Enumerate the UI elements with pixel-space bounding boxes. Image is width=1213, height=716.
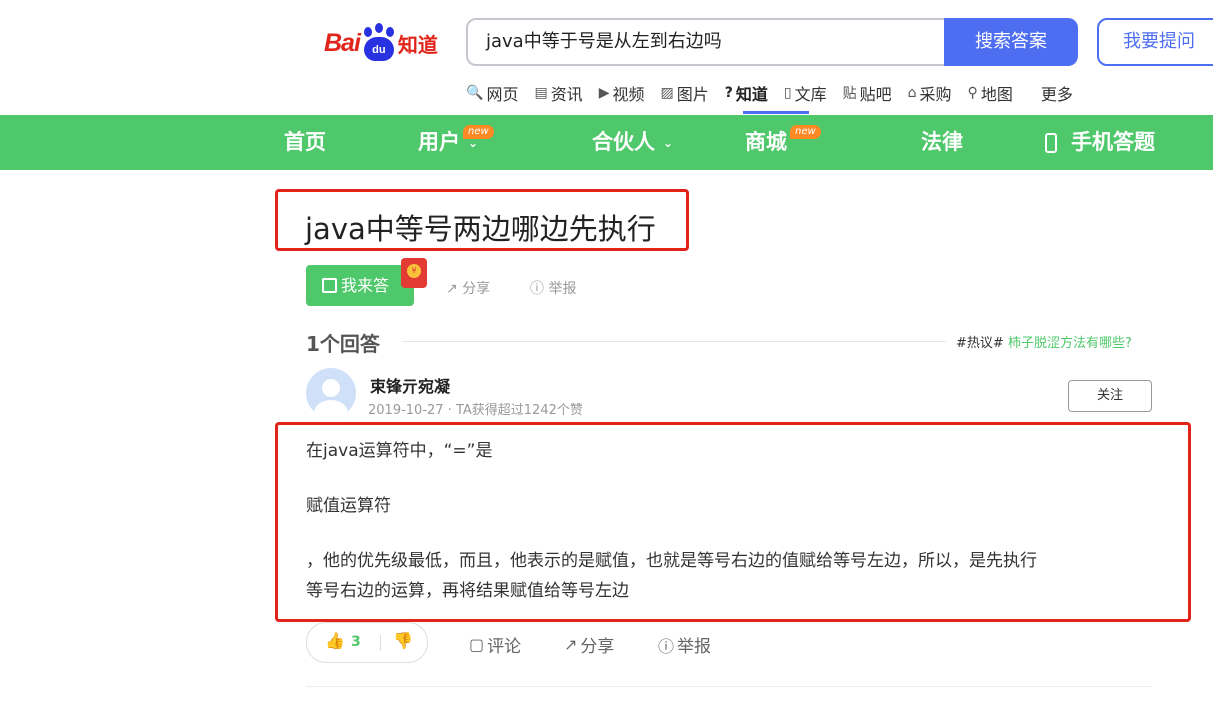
answer-paragraph: 等号右边的运算，再将结果赋值给等号左边 xyxy=(306,581,629,601)
chevron-down-icon: ⌄ xyxy=(468,136,479,150)
news-icon: ▤ xyxy=(534,85,548,101)
share-icon: ↗ xyxy=(564,635,578,654)
gnav-law[interactable]: 法律 xyxy=(921,115,963,170)
comment-button[interactable]: ▢ 评论 xyxy=(469,632,521,657)
logo-bai-text: Bai xyxy=(324,28,361,57)
nav-web[interactable]: 🔍 网页 xyxy=(466,82,518,104)
chevron-down-icon: ⌄ xyxy=(663,136,674,150)
answer-paragraph: 赋值运算符 xyxy=(306,496,391,516)
answer-share-button[interactable]: ↗ 分享 xyxy=(564,632,614,657)
search-input[interactable]: java中等于号是从左到右边吗 xyxy=(466,18,944,66)
avatar[interactable] xyxy=(306,368,356,418)
search-category-nav: 🔍 网页 ▤ 资讯 ▶ 视频 ▨ 图片 ? 知道 ▯ 文库 贴贴吧 ⌂ 采购 ⚲ 地图 更多 xyxy=(466,82,1089,104)
gnav-partner[interactable]: 合伙人 ⌄ xyxy=(592,115,673,170)
answer-meta: 2019-10-27 · TA获得超过1242个赞 xyxy=(368,403,583,418)
gnav-home[interactable]: 首页 xyxy=(284,115,326,170)
nav-video[interactable]: ▶ 视频 xyxy=(599,82,645,104)
comment-icon: ▢ xyxy=(469,635,485,654)
author-name[interactable]: 束锋亓宛凝 xyxy=(370,373,450,397)
search-answer-button[interactable]: 搜索答案 xyxy=(944,18,1078,66)
question-report-button[interactable]: ⓘ 举报 xyxy=(530,278,576,298)
like-count: 3 xyxy=(351,634,361,650)
nav-map[interactable]: ⚲ 地图 xyxy=(968,82,1013,104)
answer-button[interactable]: 我来答 xyxy=(306,265,414,306)
answer-paragraph: 在java运算符中，“=”是 xyxy=(306,441,493,461)
divider xyxy=(306,686,1152,687)
phone-icon xyxy=(1045,132,1057,153)
logo-zhidao-text: 知道 xyxy=(397,32,438,57)
thumbs-up-icon[interactable]: 👍 xyxy=(325,631,345,650)
new-badge: new xyxy=(790,125,821,139)
tieba-icon: 贴 xyxy=(842,86,857,102)
nav-tieba[interactable]: 贴贴吧 xyxy=(843,82,892,104)
paw-icon: du xyxy=(361,23,397,63)
map-pin-icon: ⚲ xyxy=(967,85,978,101)
zhidao-main-nav: 首页 用户 ⌄ new 合伙人 ⌄ 商城 new 法律 手机答题 xyxy=(0,115,1213,170)
share-icon: ↗ xyxy=(446,281,463,297)
ask-question-button[interactable]: 我要提问 xyxy=(1097,18,1213,66)
answer-count: 1个回答 xyxy=(306,332,380,356)
basket-icon: ⌂ xyxy=(907,85,917,101)
answer-report-button[interactable]: ⓘ 举报 xyxy=(658,632,711,658)
question-title: java中等号两边哪边先执行 xyxy=(305,212,656,246)
question-circle-icon: ? xyxy=(724,85,733,101)
search-icon: 🔍 xyxy=(466,85,484,101)
nav-purchase[interactable]: ⌂ 采购 xyxy=(908,82,952,104)
new-badge: new xyxy=(463,125,494,139)
document-icon: ▯ xyxy=(783,85,792,101)
hot-topic-link[interactable]: 柿子脱涩方法有哪些? xyxy=(1008,332,1132,351)
play-icon: ▶ xyxy=(598,85,610,101)
report-icon: ⓘ xyxy=(530,281,549,297)
question-share-button[interactable]: ↗ 分享 xyxy=(446,278,490,298)
nav-news[interactable]: ▤ 资讯 xyxy=(534,82,582,104)
edit-icon xyxy=(322,278,337,293)
report-icon: ⓘ xyxy=(658,636,675,656)
nav-wenku[interactable]: ▯ 文库 xyxy=(784,82,827,104)
vote-widget: 👍 3 👎 xyxy=(306,622,428,663)
image-icon: ▨ xyxy=(660,85,674,101)
gnav-mobile-answer[interactable]: 手机答题 xyxy=(1045,115,1155,170)
nav-more[interactable]: 更多 xyxy=(1041,82,1073,104)
gnav-user[interactable]: 用户 ⌄ xyxy=(418,115,478,170)
nav-images[interactable]: ▨ 图片 xyxy=(661,82,709,104)
baidu-zhidao-logo[interactable]: Bai du 知道 xyxy=(324,22,438,64)
red-packet-icon[interactable]: ¥ xyxy=(401,258,427,288)
thumbs-down-icon[interactable]: 👎 xyxy=(393,631,413,650)
divider xyxy=(402,341,946,342)
answer-paragraph: ，他的优先级最低，而且，他表示的是赋值，也就是等号右边的值赋给等号左边，所以，是… xyxy=(306,551,1037,571)
nav-zhidao[interactable]: ? 知道 xyxy=(725,82,768,104)
hot-topic-tag: #热议# xyxy=(956,336,1004,351)
follow-button[interactable]: 关注 xyxy=(1068,380,1152,412)
gnav-mall[interactable]: 商城 xyxy=(745,115,787,170)
